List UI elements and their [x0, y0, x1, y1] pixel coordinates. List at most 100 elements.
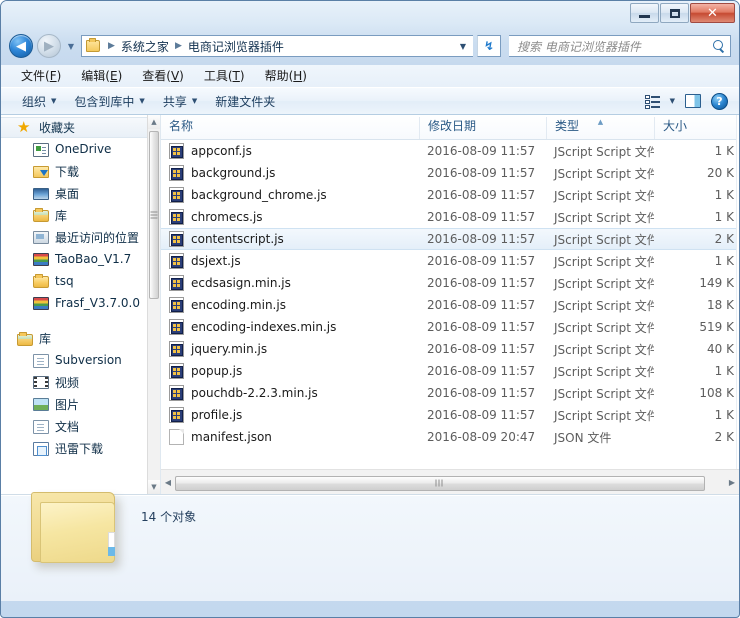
sidebar-item-downloads[interactable]: 下载	[1, 160, 148, 182]
table-row[interactable]: jquery.min.js 2016-08-09 11:57 JScript Scr…	[161, 338, 739, 360]
sidebar-item-frasf[interactable]: Frasf_V3.7.0.0	[1, 292, 148, 314]
back-button[interactable]: ◀	[9, 34, 33, 58]
horizontal-scrollbar[interactable]: ◀ ▶	[161, 469, 739, 494]
scroll-right-button[interactable]: ▶	[725, 478, 739, 487]
cell-date: 2016-08-09 11:57	[427, 320, 536, 334]
forward-button[interactable]: ▶	[37, 34, 61, 58]
sidebar-item-label: OneDrive	[55, 142, 112, 156]
chevron-down-icon: ▼	[51, 97, 57, 105]
horizontal-scrollbar-thumb[interactable]	[175, 475, 705, 491]
sidebar-item-videos[interactable]: 视频	[1, 371, 148, 393]
sidebar-item-pictures[interactable]: 图片	[1, 393, 148, 415]
cell-name: appconf.js	[161, 143, 419, 159]
breadcrumb[interactable]: ▶ 系统之家 ▶ 电商记浏览器插件 ▼	[81, 35, 473, 57]
cell-name: contentscript.js	[161, 231, 419, 247]
table-row[interactable]: background_chrome.js 2016-08-09 11:57 JScr…	[161, 184, 739, 206]
sidebar-item-desktop[interactable]: 桌面	[1, 182, 148, 204]
cell-date: 2016-08-09 11:57	[427, 364, 536, 378]
cell-type: JScript Script 文件	[554, 408, 654, 423]
include-in-library-button[interactable]: 包含到库中 ▼	[65, 90, 153, 113]
column-header-size-label: 大小	[663, 119, 688, 133]
scroll-down-button[interactable]: ▼	[148, 480, 160, 494]
table-row[interactable]: background.js 2016-08-09 11:57 JScript Scr…	[161, 162, 739, 184]
table-row[interactable]: ecdsasign.min.js 2016-08-09 11:57 JScript …	[161, 272, 739, 294]
forward-arrow-icon: ▶	[44, 38, 54, 54]
sidebar-item-taobao[interactable]: TaoBao_V1.7	[1, 248, 148, 270]
file-name-label: background_chrome.js	[191, 188, 327, 202]
table-row[interactable]: popup.js 2016-08-09 11:57 JScript Script 文…	[161, 360, 739, 382]
close-button[interactable]: ✕	[690, 3, 735, 23]
sidebar-item-xunlei[interactable]: 迅雷下载	[1, 437, 148, 459]
sidebar-item-documents[interactable]: 文档	[1, 415, 148, 437]
table-row[interactable]: encoding-indexes.min.js 2016-08-09 11:57 J…	[161, 316, 739, 338]
view-options-button[interactable]	[640, 93, 665, 110]
breadcrumb-item-0[interactable]: 系统之家	[120, 38, 170, 55]
menu-help[interactable]: 帮助(H)	[255, 64, 317, 87]
menu-view-label: 查看(	[142, 69, 171, 83]
column-header-type[interactable]: ▲ 类型	[546, 117, 654, 139]
maximize-button[interactable]	[660, 3, 689, 23]
cell-type: JScript Script 文件	[554, 276, 654, 291]
table-row[interactable]: chromecs.js 2016-08-09 11:57 JScript Scrip…	[161, 206, 739, 228]
search-input[interactable]: 搜索 电商记浏览器插件	[509, 35, 731, 57]
menu-tools[interactable]: 工具(T)	[194, 64, 255, 87]
sidebar-item-favorites[interactable]: ★ 收藏夹	[1, 117, 148, 138]
breadcrumb-item-1[interactable]: 电商记浏览器插件	[187, 38, 285, 55]
horizontal-scroll-track[interactable]	[175, 474, 725, 491]
table-row[interactable]: contentscript.js 2016-08-09 11:57 JScript …	[161, 228, 739, 250]
cell-name: profile.js	[161, 407, 419, 423]
navigation-pane-scrollbar[interactable]: ▲ ▼	[147, 115, 160, 494]
menu-edit[interactable]: 编辑(E)	[71, 64, 132, 87]
preview-pane-button[interactable]	[680, 92, 706, 110]
scroll-up-button[interactable]: ▲	[148, 115, 160, 129]
share-button[interactable]: 共享 ▼	[154, 90, 206, 113]
scroll-left-button[interactable]: ◀	[161, 478, 175, 487]
menu-edit-key: E	[109, 69, 118, 83]
help-button[interactable]: ?	[706, 91, 733, 112]
new-folder-button[interactable]: 新建文件夹	[206, 90, 284, 113]
minimize-button[interactable]	[630, 3, 659, 23]
cell-size: 1 K	[714, 408, 734, 422]
library-icon	[33, 208, 49, 222]
file-name-label: ecdsasign.min.js	[191, 276, 291, 290]
column-header-name-label: 名称	[169, 119, 194, 133]
menu-file[interactable]: 文件(F)	[11, 64, 71, 87]
table-row[interactable]: appconf.js 2016-08-09 11:57 JScript Script…	[161, 140, 739, 162]
table-row[interactable]: manifest.json 2016-08-09 20:47 JSON 文件 2 K	[161, 426, 739, 448]
cell-name: encoding.min.js	[161, 297, 419, 313]
table-row[interactable]: encoding.min.js 2016-08-09 11:57 JScript S…	[161, 294, 739, 316]
recent-locations-button[interactable]: ▼	[65, 42, 77, 51]
column-header-size[interactable]: 大小	[654, 117, 734, 139]
sidebar-item-recent-places[interactable]: 最近访问的位置	[1, 226, 148, 248]
table-row[interactable]: dsjext.js 2016-08-09 11:57 JScript Script …	[161, 250, 739, 272]
sidebar-item-label: 文档	[55, 419, 80, 434]
sidebar-item-onedrive[interactable]: OneDrive	[1, 138, 148, 160]
table-row[interactable]: profile.js 2016-08-09 11:57 JScript Script…	[161, 404, 739, 426]
back-arrow-icon: ◀	[16, 38, 26, 54]
address-dropdown-icon[interactable]: ▼	[453, 42, 473, 51]
view-options-icon	[644, 94, 660, 109]
refresh-button[interactable]: ↯	[477, 35, 501, 57]
folder-tab-blue	[108, 547, 115, 556]
cell-date: 2016-08-09 11:57	[427, 276, 536, 290]
sidebar-item-library[interactable]: 库	[1, 204, 148, 226]
cell-type: JScript Script 文件	[554, 232, 654, 247]
column-header-name[interactable]: 名称	[161, 117, 419, 139]
sidebar-item-libraries[interactable]: 库	[1, 328, 148, 349]
favorites-group: ★ 收藏夹 OneDrive 下载 桌面 库 最近访问的位置 TaoBao_V1…	[1, 117, 148, 314]
file-name-label: chromecs.js	[191, 210, 263, 224]
folder-icon	[33, 274, 49, 288]
menu-view[interactable]: 查看(V)	[132, 64, 194, 87]
cell-name: chromecs.js	[161, 209, 419, 225]
sidebar-item-tsq[interactable]: tsq	[1, 270, 148, 292]
cell-size: 149 K	[699, 276, 734, 290]
scrollbar-thumb[interactable]	[149, 131, 159, 299]
table-row[interactable]: pouchdb-2.2.3.min.js 2016-08-09 11:57 JScr…	[161, 382, 739, 404]
column-header-date[interactable]: 修改日期	[419, 117, 546, 139]
view-options-dropdown[interactable]: ▼	[665, 95, 680, 107]
folder-front	[40, 502, 115, 563]
sidebar-item-subversion[interactable]: Subversion	[1, 349, 148, 371]
picture-icon	[33, 398, 49, 411]
organize-button[interactable]: 组织 ▼	[13, 90, 65, 113]
menu-edit-label: 编辑(	[81, 69, 110, 83]
